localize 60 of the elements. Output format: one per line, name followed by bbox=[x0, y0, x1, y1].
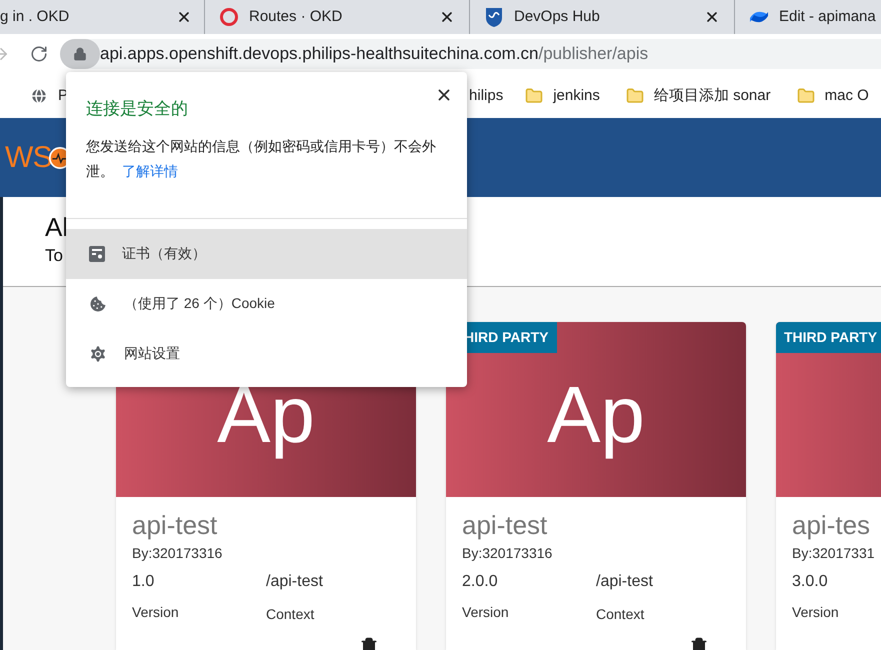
tab-title: DevOps Hub bbox=[514, 6, 601, 27]
api-name: api-test bbox=[132, 509, 218, 541]
folder-icon bbox=[796, 87, 815, 105]
bookmark[interactable]: hilips bbox=[469, 84, 504, 108]
api-author: By:32017331 bbox=[792, 544, 876, 563]
cookie-icon bbox=[88, 294, 108, 314]
api-version: 3.0.0 bbox=[792, 572, 829, 592]
popup-title: 连接是安全的 bbox=[86, 98, 188, 120]
api-context: /api-test bbox=[596, 572, 654, 592]
version-label: Version bbox=[792, 603, 840, 622]
close-icon[interactable] bbox=[176, 9, 192, 25]
lock-button[interactable] bbox=[60, 39, 100, 69]
tab-title: Edit - apimana bbox=[779, 6, 877, 27]
delete-icon[interactable] bbox=[690, 637, 708, 650]
bookmark[interactable]: jenkins bbox=[525, 84, 600, 108]
menu-item-label: （使用了 26 个）Cookie bbox=[124, 294, 275, 313]
security-message: 您发送给这个网站的信息（例如密码或信用卡号）不会外泄。 了解详情 bbox=[85, 136, 437, 180]
logo-text: WS bbox=[5, 140, 52, 176]
globe-icon bbox=[30, 87, 48, 105]
folder-icon bbox=[525, 87, 544, 105]
settings-icon bbox=[88, 344, 108, 364]
tab-title: Routes · OKD bbox=[249, 6, 344, 27]
context-label: Context bbox=[266, 605, 316, 624]
context-label: Context bbox=[596, 605, 646, 624]
address-field[interactable]: api.apps.openshift.devops.philips-healthsuitechina.com.cn/publisher/apis bbox=[60, 39, 881, 69]
url-text: api.apps.openshift.devops.philips-healthsuitechina.com.cn/publisher/apis bbox=[100, 43, 648, 66]
api-version: 1.0 bbox=[132, 572, 156, 592]
bookmark-label: mac O bbox=[824, 86, 869, 106]
thumbnail-text: Ap bbox=[547, 368, 645, 461]
menu-item-label: 网站设置 bbox=[124, 344, 180, 363]
api-name: api-test bbox=[462, 509, 548, 541]
learn-more-link[interactable]: 了解详情 bbox=[122, 162, 178, 178]
api-name: api-tes bbox=[792, 509, 872, 541]
popup-menu-item[interactable]: 网站设置 bbox=[66, 328, 467, 378]
version-label: Version bbox=[132, 603, 180, 622]
lock-icon bbox=[73, 47, 87, 61]
shield-icon bbox=[484, 6, 504, 28]
api-context: /api-test bbox=[266, 572, 324, 592]
bookmark[interactable]: mac O bbox=[796, 84, 869, 108]
api-card[interactable]: THIRD PARTY api-tes By:32017331 3.0.0 Version bbox=[776, 322, 881, 650]
menu-item-label: 证书（有效） bbox=[122, 244, 206, 263]
tab-title: g in . OKD bbox=[0, 6, 70, 27]
popup-menu-item[interactable]: 证书（有效） bbox=[66, 228, 467, 278]
popup-menu-item[interactable]: （使用了 26 个）Cookie bbox=[66, 278, 467, 328]
bookmark[interactable]: 给项目添加 sonar bbox=[626, 84, 771, 108]
reload-icon[interactable] bbox=[30, 45, 48, 63]
page-subtitle: To bbox=[45, 245, 63, 267]
version-label: Version bbox=[462, 603, 510, 622]
bookmark-label: jenkins bbox=[553, 86, 600, 106]
third-party-badge: THIRD PARTY bbox=[776, 322, 881, 353]
api-version: 2.0.0 bbox=[462, 572, 499, 592]
bookmark-label: 给项目添加 sonar bbox=[654, 86, 771, 106]
api-author: By:320173316 bbox=[132, 544, 224, 563]
ring-icon bbox=[219, 7, 239, 27]
close-icon[interactable] bbox=[439, 9, 455, 25]
api-author: By:320173316 bbox=[462, 544, 554, 563]
certificate-icon bbox=[88, 244, 106, 262]
close-icon[interactable] bbox=[704, 9, 720, 25]
folder-icon bbox=[626, 87, 644, 105]
delete-icon[interactable] bbox=[360, 637, 378, 650]
